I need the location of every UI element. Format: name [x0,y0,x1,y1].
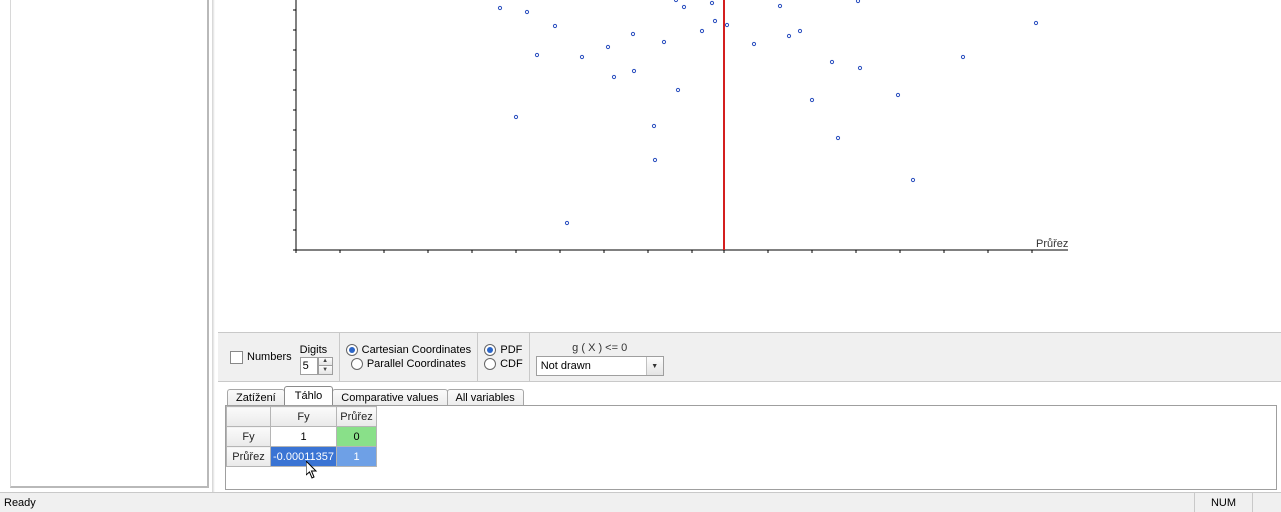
main-area: Průřez Numbers Digits 5 ▲ ▼ [218,0,1281,492]
table-cell[interactable]: 1 [271,427,337,447]
tab-comparative-values[interactable]: Comparative values [332,389,447,406]
digits-spinner: ▲ ▼ [318,357,333,375]
gx-dropdown-value: Not drawn [537,360,646,372]
status-text: Ready [4,497,1194,509]
numbers-checkbox[interactable] [230,351,243,364]
radio-cdf-label: CDF [500,358,523,370]
tab-zatížení[interactable]: Zatížení [227,389,285,406]
radio-cartesian[interactable] [346,344,358,356]
status-bar: Ready NUM [0,492,1281,512]
digits-spin-up[interactable]: ▲ [318,357,333,367]
row-header[interactable]: Fy [227,427,271,447]
side-panel-inner [10,0,209,488]
dist-radio-group: PDF CDF [478,333,529,381]
col-header[interactable]: Fy [271,407,337,427]
chart-svg [218,0,1281,330]
status-grip [1252,493,1277,512]
table-cell[interactable]: 1 [337,447,377,467]
gx-label: g ( X ) <= 0 [572,342,627,354]
correlation-table: FyPrůřezFy10Průřez-0.000113571 [226,406,377,467]
col-header[interactable]: Průřez [337,407,377,427]
radio-parallel[interactable] [351,358,363,370]
radio-pdf-label: PDF [500,344,522,356]
gx-dropdown[interactable]: Not drawn ▼ [536,356,664,376]
radio-parallel-label: Parallel Coordinates [367,358,466,370]
row-header[interactable]: Průřez [227,447,271,467]
digits-input[interactable]: 5 [300,357,318,375]
coord-radio-group: Cartesian Coordinates Parallel Coordinat… [340,333,477,381]
table-corner [227,407,271,427]
x-axis-label: Průřez [1036,238,1068,250]
radio-pdf[interactable] [484,344,496,356]
panel-splitter[interactable] [212,0,215,492]
tab-táhlo[interactable]: Táhlo [284,386,334,405]
digits-label: Digits [300,344,328,356]
correlation-table-panel: FyPrůřezFy10Průřez-0.000113571 [225,405,1277,490]
table-tabs: ZatíženíTáhloComparative valuesAll varia… [227,385,523,405]
numbers-label: Numbers [247,351,292,363]
side-panel [0,0,212,492]
table-cell[interactable]: -0.00011357 [271,447,337,467]
table-cell[interactable]: 0 [337,427,377,447]
tab-all-variables[interactable]: All variables [447,389,524,406]
radio-cartesian-label: Cartesian Coordinates [362,344,471,356]
controls-bar: Numbers Digits 5 ▲ ▼ Cartesian Coordinat… [218,332,1281,382]
digits-spin-down[interactable]: ▼ [318,366,333,375]
radio-cdf[interactable] [484,358,496,370]
chevron-down-icon: ▼ [646,357,663,375]
scatter-chart: Průřez [218,0,1281,330]
status-numlock: NUM [1194,493,1252,512]
